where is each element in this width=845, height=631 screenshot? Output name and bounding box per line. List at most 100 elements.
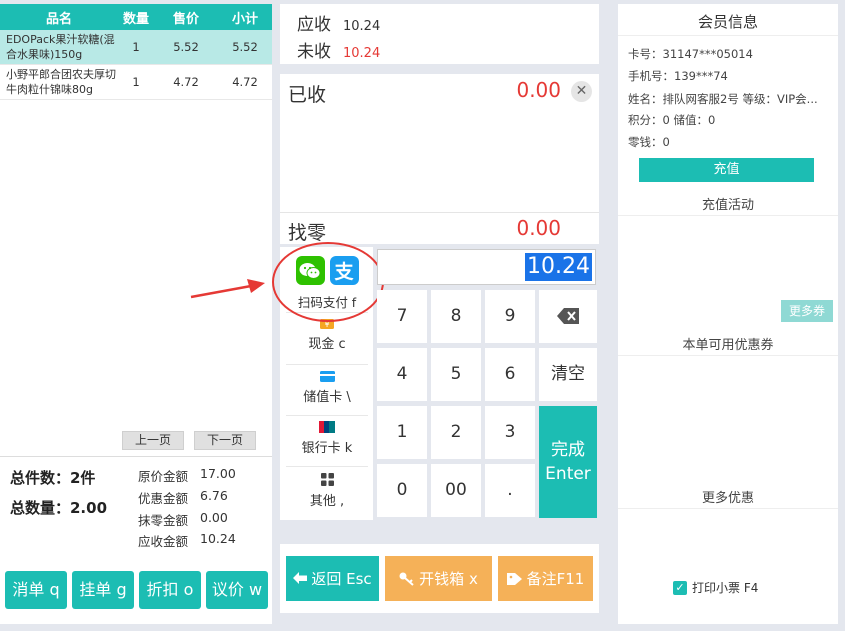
- cash-drawer-label: 开钱箱 x: [419, 570, 478, 588]
- cash-pay-button[interactable]: ¥ 现金 c: [286, 319, 368, 365]
- change-value: 0.00: [516, 216, 561, 240]
- table-row[interactable]: 小野平郎合团农夫厚切牛肉粒什锦味80g 1 4.72 4.72: [0, 65, 272, 100]
- more-coupons-button[interactable]: 更多券: [781, 300, 833, 322]
- amount-input-value: 10.24: [525, 253, 592, 281]
- original-label: 原价金额: [138, 469, 189, 484]
- action-bar: 返回 Esc 开钱箱 x 备注F11: [280, 544, 599, 613]
- checkbox-checked-icon[interactable]: ✓: [673, 580, 687, 595]
- key-6[interactable]: 6: [485, 348, 535, 401]
- arrow-annotation: [190, 279, 265, 299]
- hold-order-button[interactable]: 挂单 g: [72, 571, 134, 609]
- cart-panel: 品名 数量 售价 小计 EDOPack果汁软糖(混合水果味)150g 1 5.5…: [0, 4, 272, 624]
- backspace-icon: [557, 308, 579, 324]
- cash-pay-label: 现金 c: [308, 337, 346, 352]
- stored-card-label: 储值卡 \: [303, 390, 351, 405]
- receivable-row: 应收 10.24: [297, 10, 380, 35]
- unionpay-icon: [319, 421, 335, 433]
- pager: 上一页 下一页: [122, 431, 256, 450]
- discount-label: 优惠金额: [138, 491, 189, 506]
- recharge-button[interactable]: 充值: [639, 158, 814, 182]
- key-00[interactable]: 00: [431, 464, 481, 517]
- bank-card-button[interactable]: 银行卡 k: [286, 421, 368, 467]
- void-order-button[interactable]: 消单 q: [5, 571, 67, 609]
- row-qty: 1: [132, 40, 140, 54]
- divider: [618, 355, 838, 356]
- key-5[interactable]: 5: [431, 348, 481, 401]
- receivable-value: 10.24: [343, 19, 381, 34]
- due-value: 10.24: [200, 531, 236, 546]
- total-items: 总件数：2件: [10, 469, 96, 487]
- more-discounts-title: 更多优惠: [701, 491, 754, 506]
- divider: [618, 508, 838, 509]
- bank-card-label: 银行卡 k: [301, 441, 353, 456]
- key-8[interactable]: 8: [431, 290, 481, 343]
- row-qty: 1: [132, 75, 140, 89]
- member-title: 会员信息: [618, 4, 838, 36]
- stored-card-button[interactable]: 储值卡 \: [286, 371, 368, 416]
- key-0[interactable]: 0: [377, 464, 427, 517]
- recharge-activity-title: 充值活动: [701, 198, 754, 213]
- row-subtotal: 4.72: [232, 75, 258, 89]
- close-icon[interactable]: ✕: [571, 81, 592, 102]
- header-name: 品名: [45, 11, 72, 27]
- member-change: 零钱：0: [628, 135, 670, 149]
- table-row[interactable]: EDOPack果汁软糖(混合水果味)150g 1 5.52 5.52: [0, 30, 272, 65]
- member-phone: 手机号：139***74: [628, 69, 728, 83]
- member-card-no: 卡号：31147***05014: [628, 47, 753, 61]
- row-name: 小野平郎合团农夫厚切牛肉粒什锦味80g: [6, 68, 116, 96]
- cash-drawer-button[interactable]: 开钱箱 x: [385, 556, 492, 601]
- due-amount: 应收金额 10.24: [138, 531, 236, 550]
- print-receipt-toggle[interactable]: ✓ 打印小票 F4: [673, 579, 758, 596]
- back-button[interactable]: 返回 Esc: [286, 556, 379, 601]
- key-4[interactable]: 4: [377, 348, 427, 401]
- available-coupons-title: 本单可用优惠券: [682, 338, 774, 353]
- key-3[interactable]: 3: [485, 406, 535, 459]
- complete-shortcut: Enter: [545, 464, 591, 484]
- receivable-label: 应收: [297, 15, 331, 35]
- discount-button[interactable]: 折扣 o: [139, 571, 201, 609]
- total-qty: 总数量：2.00: [10, 499, 108, 517]
- tag-icon: [506, 572, 522, 585]
- prev-page-button[interactable]: 上一页: [122, 431, 184, 450]
- original-value: 17.00: [200, 466, 236, 481]
- key-9[interactable]: 9: [485, 290, 535, 343]
- member-points-balance: 积分：0 储值：0: [628, 113, 716, 127]
- due-label: 应收金额: [138, 534, 189, 549]
- key-dot[interactable]: .: [485, 464, 535, 517]
- amount-input[interactable]: 10.24: [377, 249, 596, 285]
- due-panel: 应收 10.24 未收 10.24: [280, 4, 599, 64]
- negotiate-price-button[interactable]: 议价 w: [206, 571, 268, 609]
- key-icon: [399, 572, 414, 586]
- grid-icon: [320, 473, 334, 486]
- clear-button[interactable]: 清空: [539, 348, 597, 401]
- note-label: 备注F11: [526, 570, 585, 588]
- cart-table-header: 品名 数量 售价 小计: [0, 4, 272, 30]
- other-pay-button[interactable]: 其他 ,: [286, 473, 368, 517]
- unpaid-value: 10.24: [343, 46, 381, 61]
- rounding-amount: 抹零金额 0.00: [138, 510, 228, 529]
- print-receipt-label: 打印小票 F4: [692, 581, 759, 595]
- unpaid-label: 未收: [297, 42, 331, 62]
- bottom-buttons: 消单 q 挂单 g 折扣 o 议价 w: [5, 571, 268, 609]
- other-pay-label: 其他 ,: [309, 494, 345, 509]
- row-subtotal: 5.52: [232, 40, 258, 54]
- key-7[interactable]: 7: [377, 290, 427, 343]
- complete-button[interactable]: 完成 Enter: [539, 406, 597, 518]
- divider: [280, 212, 599, 213]
- member-name-level: 姓名：排队网客服2号 等级：VIP会...: [628, 92, 818, 106]
- header-qty: 数量: [122, 11, 149, 27]
- header-price: 售价: [172, 11, 199, 27]
- row-price: 4.72: [173, 75, 199, 89]
- next-page-button[interactable]: 下一页: [194, 431, 256, 450]
- paid-label: 已收: [288, 84, 327, 106]
- original-amount: 原价金额 17.00: [138, 466, 236, 485]
- return-arrow-icon: [293, 572, 308, 584]
- key-1[interactable]: 1: [377, 406, 427, 459]
- discount-amount: 优惠金额 6.76: [138, 488, 228, 507]
- key-2[interactable]: 2: [431, 406, 481, 459]
- backspace-button[interactable]: [539, 290, 597, 343]
- change-label: 找零: [288, 222, 327, 244]
- note-button[interactable]: 备注F11: [498, 556, 593, 601]
- row-price: 5.52: [173, 40, 199, 54]
- card-icon: [319, 371, 335, 382]
